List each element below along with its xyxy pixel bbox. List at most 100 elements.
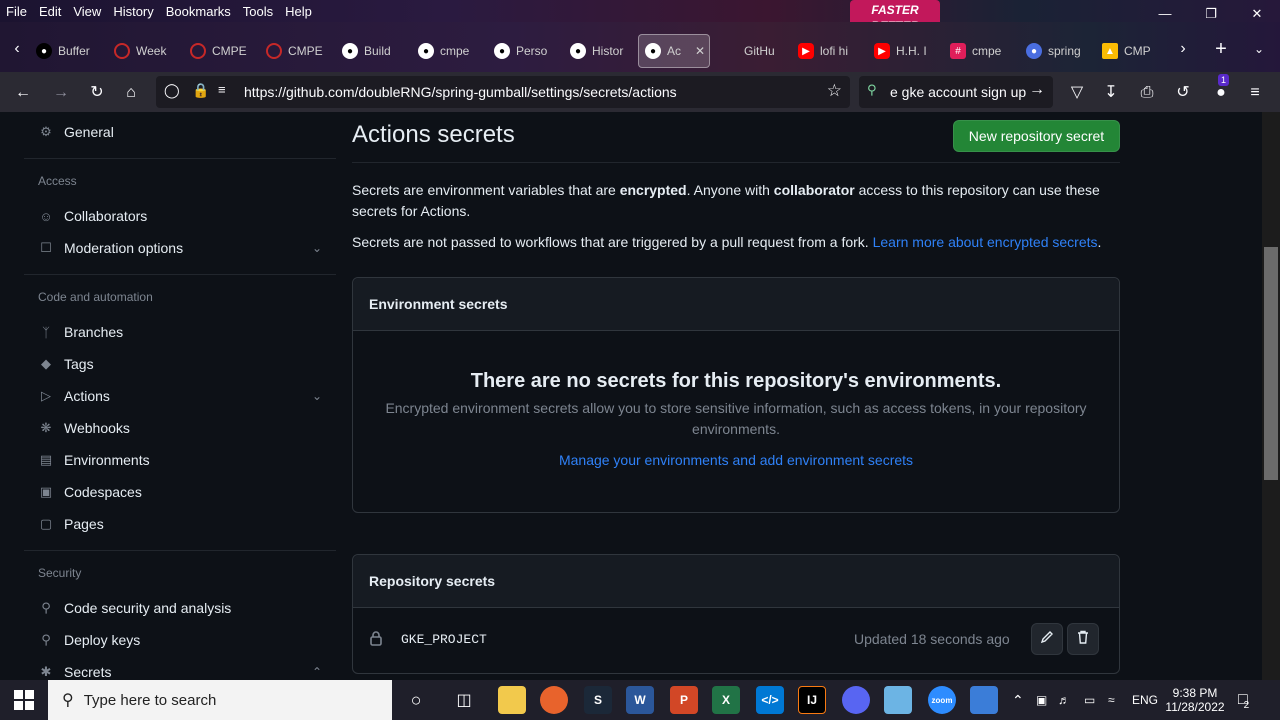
show-hidden-icons[interactable]: ⌃ (1012, 680, 1024, 720)
edit-secret-button[interactable] (1031, 623, 1063, 655)
vscode-icon[interactable]: </> (756, 686, 784, 714)
github-icon: ● (570, 43, 586, 59)
tab-week[interactable]: Week (114, 34, 174, 68)
menu-help[interactable]: Help (279, 4, 318, 19)
history-icon[interactable]: ↺ (1172, 82, 1194, 104)
file-explorer-icon[interactable] (498, 686, 526, 714)
sidebar-item-collaborators[interactable]: ☺ Collaborators (38, 204, 322, 228)
youtube-icon: ▶ (798, 43, 814, 59)
word-icon[interactable]: W (626, 686, 654, 714)
tab-slack-cmpe[interactable]: # cmpe (950, 34, 1012, 68)
windows-start-icon[interactable] (14, 690, 34, 715)
zoom-icon[interactable]: zoom (928, 686, 956, 714)
sidebar-item-actions[interactable]: ▷ Actions ⌄ (38, 384, 322, 408)
input-language[interactable]: ENG (1132, 680, 1158, 720)
url-bar[interactable]: ◯ 🔒 ≡ https://github.com/doubleRNG/sprin… (156, 76, 850, 108)
tab-buffer[interactable]: ● Buffer (36, 34, 98, 68)
new-repository-secret-button[interactable]: New repository secret (953, 120, 1120, 152)
tab-build[interactable]: ● Build (342, 34, 404, 68)
shield-icon[interactable]: ◯ (164, 82, 180, 99)
app-menu-icon[interactable]: ≡ (1244, 82, 1266, 104)
firefox-icon[interactable] (540, 686, 568, 714)
search-text[interactable]: e gke account sign up (890, 84, 1026, 100)
lock-icon[interactable]: 🔒 (192, 82, 209, 99)
scrollbar-thumb[interactable] (1264, 247, 1278, 480)
excel-icon[interactable]: X (712, 686, 740, 714)
volume-icon[interactable]: ♬ (1058, 680, 1070, 720)
reload-icon[interactable]: ↻ (86, 82, 108, 104)
people-icon: ☺ (39, 208, 53, 224)
menu-bookmarks[interactable]: Bookmarks (160, 4, 237, 19)
pocket-icon[interactable]: ▽ (1066, 82, 1088, 104)
sidebar-item-deploy-keys[interactable]: ⚲ Deploy keys (38, 628, 322, 652)
tool-icon[interactable] (884, 686, 912, 714)
battery-icon[interactable]: ▭ (1084, 680, 1095, 720)
back-icon[interactable]: ← (12, 82, 34, 104)
sidebar-item-pages[interactable]: ▢ Pages (38, 512, 322, 536)
search-engine-icon: ⚲ (867, 82, 877, 97)
sidebar-item-code-security[interactable]: ⚲ Code security and analysis (38, 596, 322, 620)
intellij-icon[interactable]: IJ (798, 686, 826, 714)
clock[interactable]: 9:38 PM 11/28/2022 (1164, 680, 1226, 720)
tab-spring[interactable]: ● spring (1026, 34, 1088, 68)
tab-lofi[interactable]: ▶ lofi hi (798, 34, 858, 68)
tab-drive[interactable]: ▲ CMP (1102, 34, 1160, 68)
tab-cmpe-3[interactable]: ● cmpe (418, 34, 480, 68)
action-center-icon[interactable]: □ 2 (1238, 680, 1249, 720)
cortana-icon[interactable]: ○ (402, 686, 430, 714)
sidebar-item-secrets[interactable]: ✱ Secrets ⌃ (38, 660, 322, 680)
search-bar[interactable]: ⚲ e gke account sign up → (859, 76, 1053, 108)
tab-perso[interactable]: ● Perso (494, 34, 556, 68)
manage-environments-link[interactable]: Manage your environments and add environ… (353, 452, 1119, 468)
photos-icon[interactable] (970, 686, 998, 714)
task-view-icon[interactable]: ◫ (450, 686, 478, 714)
permissions-icon[interactable]: ≡ (218, 82, 226, 97)
sidebar-item-codespaces[interactable]: ▣ Codespaces (38, 480, 322, 504)
tab-list-icon[interactable]: ⌄ (1248, 38, 1270, 60)
tab-hh[interactable]: ▶ H.H. I (874, 34, 934, 68)
extensions-icon[interactable]: ● 1 (1210, 74, 1232, 104)
menu-tools[interactable]: Tools (237, 4, 279, 19)
learn-more-link[interactable]: Learn more about encrypted secrets (873, 234, 1098, 250)
tab-actions-active[interactable]: ● Ac ✕ (638, 34, 710, 68)
menu-edit[interactable]: Edit (33, 4, 67, 19)
tab-github[interactable]: GitHu (722, 34, 784, 68)
menu-view[interactable]: View (67, 4, 107, 19)
sidebar-item-moderation[interactable]: ☐ Moderation options ⌄ (38, 236, 322, 260)
delete-secret-button[interactable] (1067, 623, 1099, 655)
meet-now-icon[interactable]: ▣ (1036, 680, 1047, 720)
divider (24, 274, 336, 275)
tab-cmpe-2[interactable]: CMPE (266, 34, 326, 68)
search-go-icon[interactable]: → (1029, 81, 1045, 99)
sidebar-item-webhooks[interactable]: ❋ Webhooks (38, 416, 322, 440)
print-icon[interactable]: ⎙ (1136, 82, 1158, 104)
new-tab-icon[interactable]: + (1210, 38, 1232, 60)
url-text[interactable]: https://github.com/doubleRNG/spring-gumb… (244, 84, 677, 100)
sidebar-item-tags[interactable]: ◆ Tags (38, 352, 322, 376)
tab-history[interactable]: ● Histor (570, 34, 632, 68)
sidebar-item-environments[interactable]: ▤ Environments (38, 448, 322, 472)
tab-label: CMP (1124, 44, 1151, 58)
downloads-icon[interactable]: ↧ (1100, 82, 1122, 104)
menu-file[interactable]: File (0, 4, 33, 19)
tab-close-icon[interactable]: ✕ (695, 44, 705, 58)
sidebar-item-branches[interactable]: ᛉ Branches (38, 320, 322, 344)
steam-icon[interactable]: S (584, 686, 612, 714)
tab-cmpe-1[interactable]: CMPE (190, 34, 250, 68)
page-scrollbar[interactable] (1262, 112, 1280, 680)
home-icon[interactable]: ⌂ (120, 82, 142, 104)
sidebar-item-general[interactable]: ⚙ General (38, 120, 322, 144)
wifi-icon[interactable]: ≈ (1108, 680, 1115, 720)
discord-icon[interactable] (842, 686, 870, 714)
menu-history[interactable]: History (107, 4, 159, 19)
bookmark-star-icon[interactable]: ☆ (827, 81, 842, 101)
lock-icon (369, 630, 385, 646)
taskbar-search[interactable]: ⚲ Type here to search (48, 680, 392, 720)
taskbar-search-placeholder[interactable]: Type here to search (84, 692, 217, 709)
powerpoint-icon[interactable]: P (670, 686, 698, 714)
circle-icon (114, 43, 130, 59)
tabs-scroll-left-icon[interactable]: ‹ (6, 38, 28, 60)
github-icon (722, 43, 738, 59)
tabs-scroll-right-icon[interactable]: › (1172, 38, 1194, 60)
forward-icon[interactable]: → (50, 82, 72, 104)
